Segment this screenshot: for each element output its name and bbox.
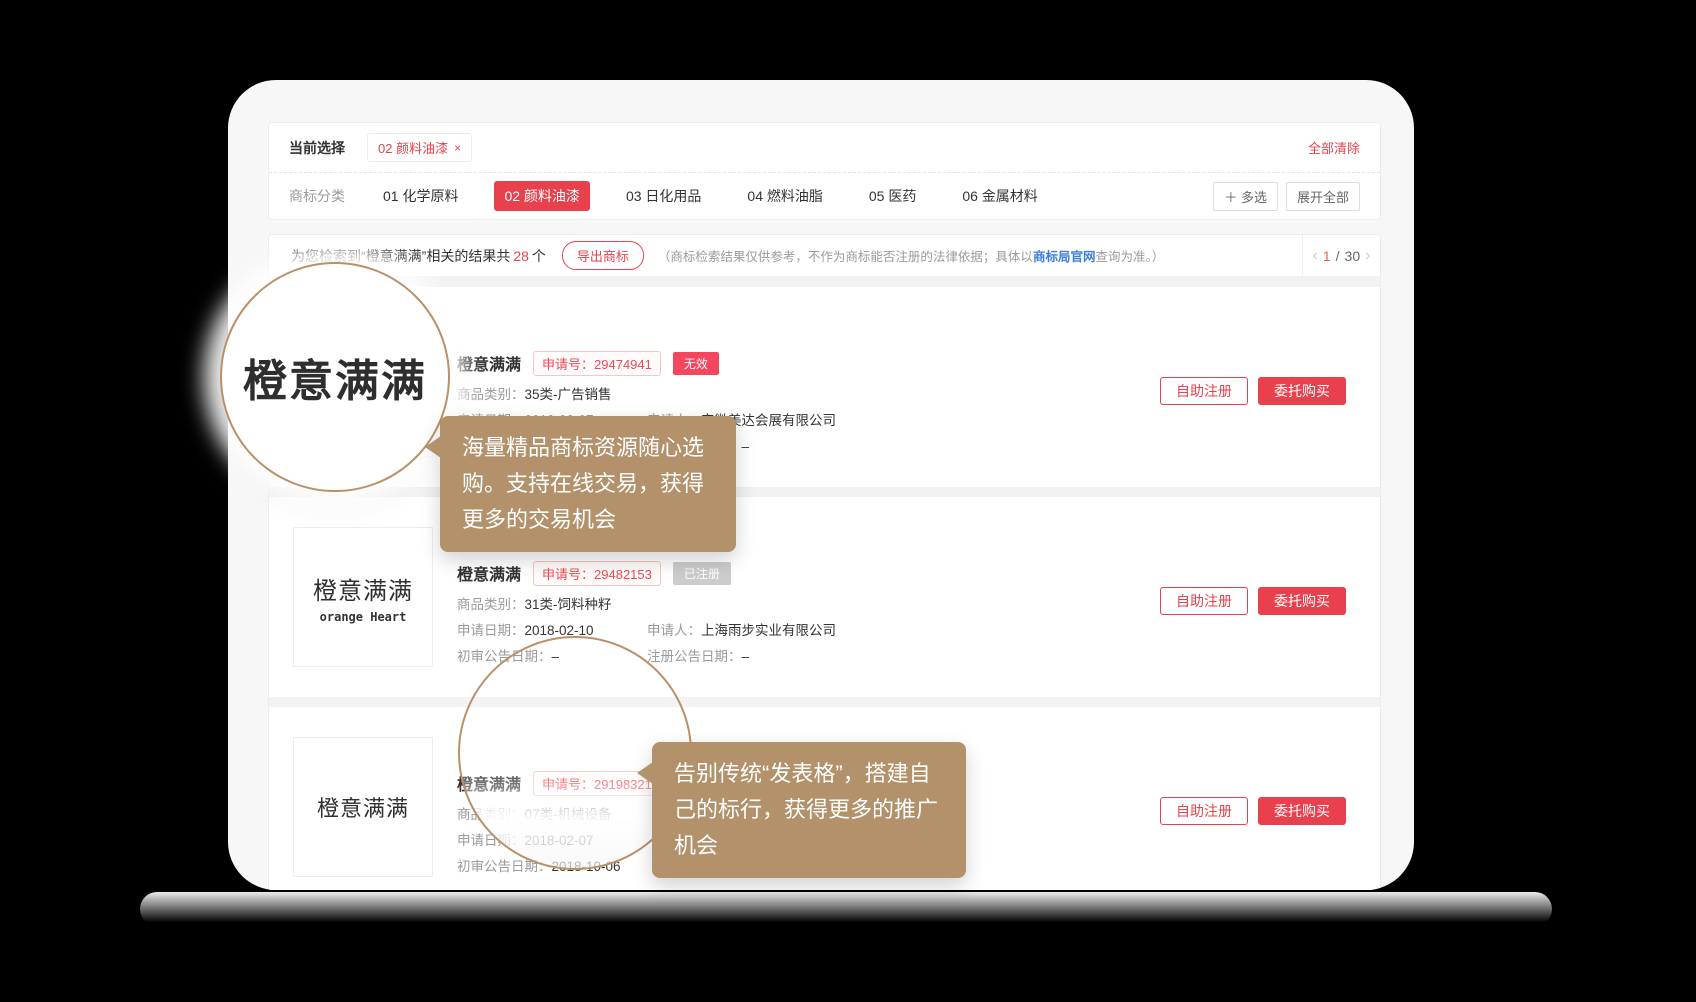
field-value: – (742, 439, 750, 454)
field-value: 35类-广告销售 (525, 387, 612, 402)
current-selection-label: 当前选择 (289, 138, 345, 158)
category-row: 商标分类 01 化学原料 02 颜料油漆 03 日化用品 04 燃料油脂 05 … (269, 173, 1380, 219)
self-register-button[interactable]: 自助注册 (1160, 377, 1248, 405)
tooltip-marketplace: 海量精品商标资源随心选购。支持在线交易，获得更多的交易机会 (440, 416, 736, 552)
status-badge-registered: 已注册 (673, 562, 731, 585)
selected-filter-tag[interactable]: 02 颜料油漆 × (367, 133, 472, 162)
magnified-trademark-text: 橙意满满 (243, 345, 427, 409)
tooltip-promotion: 告别传统“发表格”，搭建自己的标行，获得更多的推广机会 (652, 742, 966, 878)
self-register-button[interactable]: 自助注册 (1160, 797, 1248, 825)
results-header: 为您检索到“橙意满满”相关的结果共 28 个 导出商标 （商标检索结果仅供参考，… (269, 235, 1380, 277)
export-trademark-button[interactable]: 导出商标 (562, 241, 644, 270)
device-base-shadow (140, 892, 1552, 926)
prev-page-icon[interactable]: ‹ (1313, 247, 1318, 265)
status-badge-invalid: 无效 (673, 352, 719, 375)
category-item-02-selected[interactable]: 02 颜料油漆 (494, 181, 589, 211)
next-page-icon[interactable]: › (1365, 247, 1370, 265)
application-number-tag: 申请号：29482153 (533, 561, 661, 586)
total-pages: 30 (1345, 248, 1361, 264)
clear-all-link[interactable]: 全部清除 (1308, 138, 1360, 157)
trademark-office-link[interactable]: 商标局官网 (1033, 250, 1096, 264)
result-row-2: 橙意满满 orange Heart 橙意满满 申请号：29482153 已注册 … (269, 497, 1380, 697)
field-label: 商品类别： (457, 597, 525, 612)
trademark-image-text: 橙意满满 (317, 791, 409, 823)
field-value: 上海雨步实业有限公司 (701, 623, 836, 638)
disclaimer-post: 查询为准。） (1095, 250, 1164, 264)
selected-filter-tag-label: 02 颜料油漆 (378, 138, 448, 157)
field-label: 申请日期： (457, 623, 525, 638)
results-count: 28 (513, 248, 529, 264)
entrust-buy-button[interactable]: 委托购买 (1258, 797, 1346, 825)
stage: 当前选择 02 颜料油漆 × 全部清除 商标分类 01 化学原料 02 颜料油漆… (0, 0, 1696, 1002)
multi-select-button[interactable]: ＋ 多选 (1213, 182, 1278, 211)
results-unit: 个 (532, 246, 546, 266)
trademark-image-text: 橙意满满 (313, 571, 413, 606)
application-number-value: 29482153 (594, 567, 652, 582)
disclaimer-pre: （商标检索结果仅供参考，不作为商标能否注册的法律依据；具体以 (658, 250, 1033, 264)
field-label: 商品类别： (457, 387, 525, 402)
field-value: 31类-饲料种籽 (525, 597, 612, 612)
field-label: 注册公告日期： (647, 649, 742, 664)
filter-card: 当前选择 02 颜料油漆 × 全部清除 商标分类 01 化学原料 02 颜料油漆… (268, 122, 1381, 220)
trademark-name[interactable]: 橙意满满 (457, 351, 521, 375)
trademark-image-2: 橙意满满 orange Heart (293, 527, 433, 667)
pagination: ‹ 1 / 30 › (1302, 235, 1380, 276)
category-label: 商标分类 (289, 186, 345, 206)
trademark-image-3: 橙意满满 (293, 737, 433, 877)
application-number-tag: 申请号：29474941 (533, 351, 661, 376)
remove-tag-icon[interactable]: × (454, 141, 461, 155)
application-number-label: 申请号： (542, 357, 594, 372)
trademark-image-subtext: orange Heart (320, 610, 407, 624)
magnifier-circle-1: 橙意满满 (220, 262, 450, 492)
current-page: 1 (1323, 248, 1331, 264)
category-item-04[interactable]: 04 燃料油脂 (737, 181, 832, 211)
field-label: 申请人： (647, 623, 701, 638)
category-item-06[interactable]: 06 金属材料 (952, 181, 1047, 211)
entrust-buy-button[interactable]: 委托购买 (1258, 377, 1346, 405)
application-number-label: 申请号： (542, 567, 594, 582)
category-item-03[interactable]: 03 日化用品 (616, 181, 711, 211)
expand-all-button[interactable]: 展开全部 (1286, 182, 1360, 211)
category-item-05[interactable]: 05 医药 (859, 181, 926, 211)
current-selection-row: 当前选择 02 颜料油漆 × 全部清除 (269, 123, 1380, 173)
field-value: – (742, 649, 750, 664)
page-separator: / (1336, 248, 1340, 264)
entrust-buy-button[interactable]: 委托购买 (1258, 587, 1346, 615)
self-register-button[interactable]: 自助注册 (1160, 587, 1248, 615)
application-number-value: 29474941 (594, 357, 652, 372)
category-item-01[interactable]: 01 化学原料 (373, 181, 468, 211)
disclaimer-text: （商标检索结果仅供参考，不作为商标能否注册的法律依据；具体以商标局官网查询为准。… (658, 246, 1164, 265)
trademark-name[interactable]: 橙意满满 (457, 561, 521, 585)
